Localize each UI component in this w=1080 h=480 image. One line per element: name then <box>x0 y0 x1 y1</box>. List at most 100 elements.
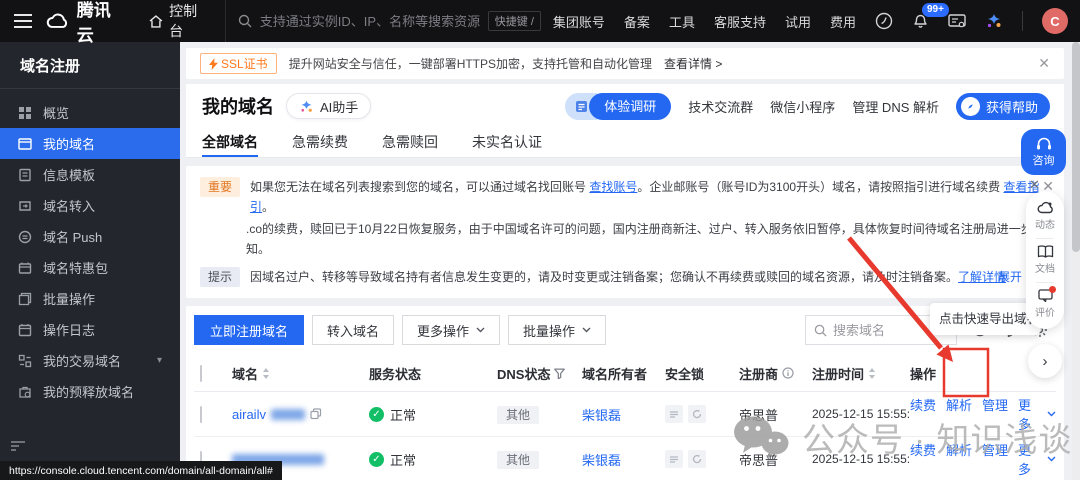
ai-assistant-button[interactable]: AI助手 <box>286 93 372 119</box>
header-dns-status[interactable]: DNS状态 <box>497 364 582 383</box>
row-more-dropdown[interactable]: 更多 <box>1018 440 1056 478</box>
sidebar-collapse-icon[interactable] <box>10 438 26 456</box>
nav-left: 腾讯云 控制台 <box>0 0 225 46</box>
copy-icon[interactable] <box>310 408 322 420</box>
sidebar-item-batch-ops[interactable]: 批量操作 <box>0 283 180 314</box>
service-circle-icon[interactable] <box>875 12 893 30</box>
nav-right: 集团账号 备案 工具 客服支持 试用 费用 99+ C <box>553 2 1080 34</box>
register-domain-button[interactable]: 立即注册域名 <box>194 315 305 345</box>
next-page-button[interactable]: › <box>1028 344 1062 378</box>
package-icon <box>18 262 32 274</box>
brand-logo[interactable]: 腾讯云 <box>46 0 127 46</box>
hamburger-menu-icon[interactable] <box>14 14 32 28</box>
domain-cell[interactable]: airailv <box>232 407 369 422</box>
sidebar-item-op-logs[interactable]: 操作日志 <box>0 314 180 345</box>
manage-link[interactable]: 管理 <box>982 395 1008 433</box>
document-icon <box>19 168 31 181</box>
scrollbar-thumb[interactable] <box>1072 42 1080 252</box>
filter-icon <box>554 368 566 379</box>
transfer-lock-icon[interactable] <box>665 405 683 423</box>
select-all-checkbox[interactable] <box>200 364 202 382</box>
chevron-down-icon <box>1047 456 1056 462</box>
table-row: ✓ 正常 其他 柴银磊 帝思普 2025-12-15 15:55:30 续费 解… <box>194 437 1056 480</box>
docs-button[interactable]: 文档 <box>1035 245 1055 275</box>
expand-link[interactable]: 展开 <box>998 268 1022 285</box>
transfer-lock-icon[interactable] <box>665 450 683 468</box>
nav-link-group-account[interactable]: 集团账号 <box>553 12 605 31</box>
header-links: 体验调研 技术交流群 微信小程序 管理 DNS 解析 获得帮助 <box>565 92 1050 120</box>
tip-text: 因域名过户、转移等导致域名持有者信息发生变更的，请及时变更或注销备案；您确认不再… <box>250 270 1007 284</box>
chevron-down-icon[interactable]: ▾ <box>157 355 162 366</box>
sidebar-item-info-template[interactable]: 信息模板 <box>0 159 180 190</box>
transfer-domain-button[interactable]: 转入域名 <box>312 315 395 345</box>
search-icon <box>814 324 827 337</box>
update-lock-icon[interactable] <box>688 450 706 468</box>
header-registrar[interactable]: 注册商 <box>739 364 812 383</box>
sidebar-item-overview[interactable]: 概览 <box>0 97 180 128</box>
tab-need-renew[interactable]: 急需续费 <box>292 128 348 157</box>
grid-icon <box>19 106 31 119</box>
resolve-link[interactable]: 解析 <box>946 440 972 478</box>
feedback-button[interactable]: 评价 <box>1035 286 1056 319</box>
row-checkbox[interactable] <box>200 405 202 423</box>
sidebar-item-my-domains[interactable]: 我的域名 <box>0 128 180 159</box>
find-account-link[interactable]: 查找账号 <box>589 180 637 194</box>
nav-link-billing[interactable]: 费用 <box>830 12 856 31</box>
sidebar-item-prerelease-domains[interactable]: 我的预释放域名 <box>0 376 180 407</box>
ai-sparkle-icon <box>301 100 312 112</box>
tabs: 全部域名 急需续费 急需赎回 未实名认证 <box>186 128 1064 158</box>
survey-button[interactable]: 体验调研 <box>565 92 672 120</box>
renew-link[interactable]: 续费 <box>910 395 936 433</box>
sidebar-item-deal-package[interactable]: 域名特惠包 <box>0 252 180 283</box>
consult-button[interactable]: 咨询 <box>1021 129 1066 175</box>
sidebar-item-trade-domains[interactable]: 我的交易域名 ▾ <box>0 345 180 376</box>
console-link[interactable]: 控制台 <box>149 1 210 41</box>
sidebar-item-transfer-in[interactable]: 域名转入 <box>0 190 180 221</box>
sidebar-item-domain-push[interactable]: 域名 Push <box>0 221 180 252</box>
global-search-input[interactable] <box>259 13 480 29</box>
batch-actions-dropdown[interactable]: 批量操作 <box>508 315 607 345</box>
tab-unverified[interactable]: 未实名认证 <box>472 128 542 157</box>
notifications-button[interactable]: 99+ <box>912 2 949 32</box>
owner-link[interactable]: 柴银磊 <box>582 453 621 468</box>
tab-all-domains[interactable]: 全部域名 <box>202 128 258 157</box>
row-more-dropdown[interactable]: 更多 <box>1018 395 1056 433</box>
chevron-down-icon <box>582 327 591 333</box>
header-register-time[interactable]: 注册时间 <box>812 364 910 383</box>
batch-icon <box>18 292 32 305</box>
feed-button[interactable]: 动态 <box>1035 201 1055 231</box>
tech-group-link[interactable]: 技术交流群 <box>688 97 753 116</box>
home-icon <box>149 14 163 28</box>
nav-link-support[interactable]: 客服支持 <box>714 12 766 31</box>
global-search: 快捷键 / <box>224 0 553 42</box>
billing-panel-icon[interactable] <box>948 13 966 29</box>
owner-link[interactable]: 柴银磊 <box>582 408 621 423</box>
mini-program-link[interactable]: 微信小程序 <box>770 97 835 116</box>
manage-dns-link[interactable]: 管理 DNS 解析 <box>852 97 939 116</box>
ssl-banner-link[interactable]: 查看详情 > <box>664 55 722 72</box>
compass-icon <box>960 96 980 116</box>
renew-link[interactable]: 续费 <box>910 440 936 478</box>
resolve-link[interactable]: 解析 <box>946 395 972 433</box>
tab-need-redeem[interactable]: 急需赎回 <box>382 128 438 157</box>
top-nav: 腾讯云 控制台 快捷键 / 集团账号 备案 工具 客服支持 试用 费用 99+ <box>0 0 1080 45</box>
ai-sparkle-icon[interactable] <box>985 12 1003 30</box>
tip-badge: 提示 <box>200 267 241 287</box>
nav-link-tools[interactable]: 工具 <box>669 12 695 31</box>
user-avatar[interactable]: C <box>1042 8 1068 34</box>
update-lock-icon[interactable] <box>688 405 706 423</box>
nav-link-icp[interactable]: 备案 <box>624 12 650 31</box>
scrollbar-track[interactable] <box>1072 42 1080 480</box>
more-actions-dropdown[interactable]: 更多操作 <box>402 315 501 345</box>
notification-dot <box>1049 286 1056 293</box>
widget-close-icon[interactable]: ✕ <box>1029 177 1040 193</box>
header-domain[interactable]: 域名 <box>232 364 369 383</box>
headset-icon <box>1036 137 1051 149</box>
shortcut-badge: 快捷键 / <box>487 11 541 31</box>
manage-link[interactable]: 管理 <box>982 440 1008 478</box>
notification-count-badge: 99+ <box>922 2 949 17</box>
ssl-banner-close-icon[interactable]: ✕ <box>1038 55 1050 72</box>
nav-link-trial[interactable]: 试用 <box>785 12 811 31</box>
get-help-button[interactable]: 获得帮助 <box>955 92 1050 120</box>
status-cell: ✓ 正常 <box>369 450 497 469</box>
